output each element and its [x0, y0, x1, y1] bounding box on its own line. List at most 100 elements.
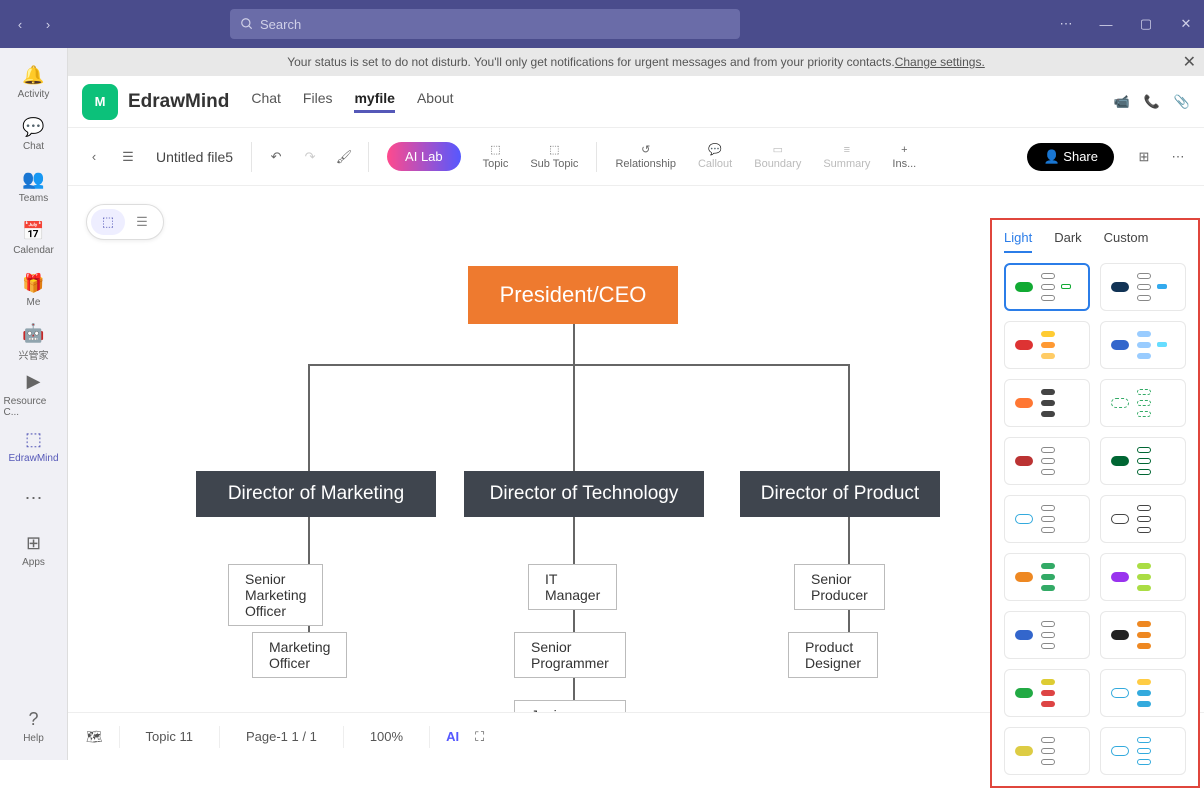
theme-1[interactable]	[1004, 263, 1090, 311]
robot-icon: 🤖	[23, 322, 45, 344]
search-icon	[240, 17, 254, 31]
tab-chat[interactable]: Chat	[251, 90, 281, 113]
node-marketing-officer[interactable]: Marketing Officer	[252, 632, 347, 678]
nav-teams[interactable]: 👥Teams	[4, 160, 64, 212]
menu-icon[interactable]: ☰	[114, 143, 142, 171]
outline-view-button[interactable]: ☰	[125, 209, 159, 235]
nav-me[interactable]: 🎁Me	[4, 264, 64, 316]
nav-edrawmind[interactable]: ⬚EdrawMind	[4, 420, 64, 472]
close-button[interactable]: ✕	[1176, 14, 1196, 34]
theme-6[interactable]	[1100, 379, 1186, 427]
theme-17[interactable]	[1004, 727, 1090, 775]
page-indicator: Page-1 1 / 1	[236, 725, 327, 748]
filename[interactable]: Untitled file5	[156, 149, 233, 165]
theme-18[interactable]	[1100, 727, 1186, 775]
topic-icon: ⬚	[490, 143, 500, 156]
more-button[interactable]: ⋯	[1056, 14, 1076, 34]
node-snr-programmer[interactable]: Senior Programmer	[514, 632, 626, 678]
node-director-product[interactable]: Director of Product	[740, 471, 940, 517]
redo-icon[interactable]: ↷	[296, 143, 324, 171]
banner-close-icon[interactable]: ✕	[1183, 52, 1196, 72]
plus-icon: +	[901, 144, 907, 156]
node-product-designer[interactable]: Product Designer	[788, 632, 878, 678]
video-icon[interactable]: 📹	[1113, 94, 1129, 110]
theme-tab-dark[interactable]: Dark	[1054, 230, 1081, 253]
attach-icon[interactable]: 📎	[1174, 94, 1190, 110]
insert-button[interactable]: +Ins...	[884, 144, 924, 170]
boundary-button[interactable]: ▭Boundary	[746, 143, 809, 170]
theme-4[interactable]	[1100, 321, 1186, 369]
search-input[interactable]: Search	[230, 9, 740, 39]
node-snr-producer[interactable]: Senior Producer	[794, 564, 885, 610]
theme-2[interactable]	[1100, 263, 1186, 311]
play-icon: ▶	[23, 371, 45, 393]
back-button[interactable]: ‹	[8, 12, 32, 36]
nav-more[interactable]: ⋯	[4, 472, 64, 524]
ai-icon[interactable]: AI	[446, 729, 459, 744]
theme-12[interactable]	[1100, 553, 1186, 601]
nav-chat[interactable]: 💬Chat	[4, 108, 64, 160]
app-logo-icon: M	[82, 84, 118, 120]
theme-15[interactable]	[1004, 669, 1090, 717]
nav-activity[interactable]: 🔔Activity	[4, 56, 64, 108]
theme-8[interactable]	[1100, 437, 1186, 485]
subtopic-icon: ⬚	[549, 143, 559, 156]
callout-button[interactable]: 💬Callout	[690, 143, 740, 170]
zoom-level[interactable]: 100%	[360, 725, 413, 748]
app-header: M EdrawMind Chat Files myfile About 📹 📞 …	[68, 76, 1204, 128]
theme-3[interactable]	[1004, 321, 1090, 369]
toolbar-more-icon[interactable]: ⋯	[1164, 143, 1192, 171]
change-settings-link[interactable]: Change settings.	[895, 55, 985, 69]
bell-icon: 🔔	[23, 64, 45, 86]
tab-files[interactable]: Files	[303, 90, 333, 113]
nav-apps[interactable]: ⊞Apps	[4, 524, 64, 576]
theme-13[interactable]	[1004, 611, 1090, 659]
toolbar: ‹ ☰ Untitled file5 ↶ ↷ 🖌 AI Lab ⬚Topic ⬚…	[68, 128, 1204, 186]
phone-icon[interactable]: 📞	[1144, 94, 1160, 110]
ai-lab-button[interactable]: AI Lab	[387, 142, 461, 171]
apps-icon: ⊞	[23, 532, 45, 554]
theme-11[interactable]	[1004, 553, 1090, 601]
theme-7[interactable]	[1004, 437, 1090, 485]
share-button[interactable]: Share	[1027, 143, 1114, 171]
format-painter-icon[interactable]: 🖌	[330, 143, 358, 171]
edrawmind-icon: ⬚	[23, 428, 45, 450]
map-icon[interactable]: 🗺	[86, 729, 103, 745]
theme-tab-light[interactable]: Light	[1004, 230, 1032, 253]
node-it-manager[interactable]: IT Manager	[528, 564, 617, 610]
mindmap-view-button[interactable]: ⬚	[91, 209, 125, 235]
boundary-icon: ▭	[773, 143, 783, 156]
theme-16[interactable]	[1100, 669, 1186, 717]
theme-grid	[1004, 263, 1186, 775]
nav-xingguanjia[interactable]: 🤖兴管家	[4, 316, 64, 368]
minimize-button[interactable]: —	[1096, 14, 1116, 34]
maximize-button[interactable]: ▢	[1136, 14, 1156, 34]
relationship-button[interactable]: ↺Relationship	[607, 143, 684, 170]
node-ceo[interactable]: President/CEO	[468, 266, 678, 324]
callout-icon: 💬	[708, 143, 722, 156]
back-icon[interactable]: ‹	[80, 143, 108, 171]
node-snr-marketing[interactable]: Senior Marketing Officer	[228, 564, 323, 626]
tab-about[interactable]: About	[417, 90, 454, 113]
forward-button[interactable]: ›	[36, 12, 60, 36]
gift-icon: 🎁	[23, 272, 45, 294]
subtopic-button[interactable]: ⬚Sub Topic	[522, 143, 586, 170]
theme-5[interactable]	[1004, 379, 1090, 427]
theme-14[interactable]	[1100, 611, 1186, 659]
theme-tab-custom[interactable]: Custom	[1104, 230, 1149, 253]
nav-calendar[interactable]: 📅Calendar	[4, 212, 64, 264]
help-icon: ?	[23, 708, 45, 730]
node-director-technology[interactable]: Director of Technology	[464, 471, 704, 517]
grid-icon[interactable]: ⊞	[1130, 143, 1158, 171]
node-director-marketing[interactable]: Director of Marketing	[196, 471, 436, 517]
tab-myfile[interactable]: myfile	[354, 90, 394, 113]
fullscreen-icon[interactable]: ⛶	[475, 729, 484, 745]
nav-help[interactable]: ?Help	[4, 700, 64, 752]
topic-button[interactable]: ⬚Topic	[475, 143, 517, 170]
summary-button[interactable]: ≡Summary	[815, 144, 878, 170]
status-banner: Your status is set to do not disturb. Yo…	[68, 48, 1204, 76]
theme-10[interactable]	[1100, 495, 1186, 543]
undo-icon[interactable]: ↶	[262, 143, 290, 171]
nav-resource[interactable]: ▶Resource C...	[4, 368, 64, 420]
theme-9[interactable]	[1004, 495, 1090, 543]
